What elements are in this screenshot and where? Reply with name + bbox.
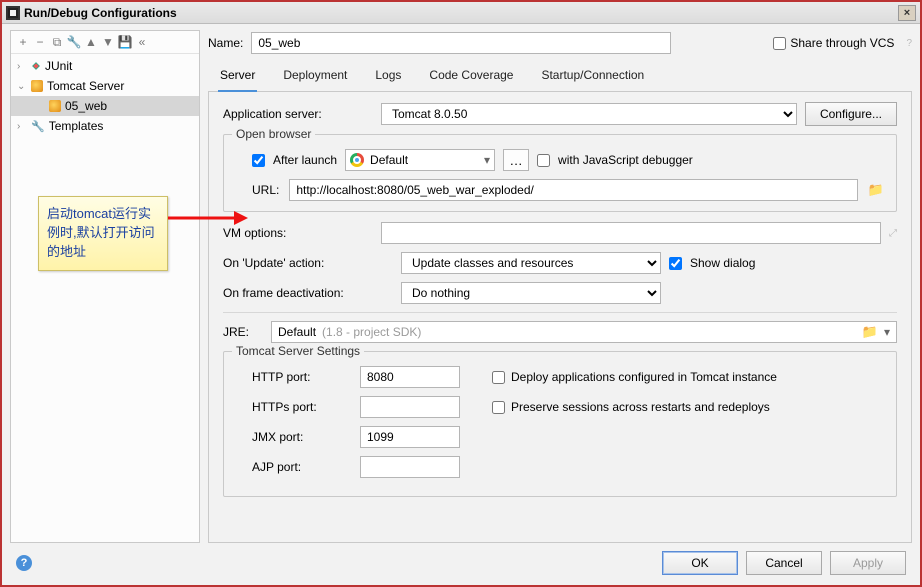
show-dialog-label: Show dialog [690, 256, 755, 270]
js-debugger-checkbox[interactable] [537, 154, 550, 167]
url-input[interactable] [289, 179, 857, 201]
tree-item-05-web[interactable]: 05_web [11, 96, 199, 116]
annotation-note: 启动tomcat运行实例时,默认打开访问的地址 [38, 196, 168, 271]
close-button[interactable]: × [898, 5, 916, 21]
window-title: Run/Debug Configurations [24, 6, 177, 20]
app-server-label: Application server: [223, 107, 373, 121]
https-port-input[interactable] [360, 396, 460, 418]
tree-item-tomcat-server[interactable]: ⌄ Tomcat Server [11, 76, 199, 96]
open-browser-fieldset: Open browser After launch Default ▾ … [223, 134, 897, 212]
chevron-down-icon: ⌄ [17, 81, 27, 92]
config-editor: Name: Share through VCS ? Server Deploym… [208, 30, 912, 543]
help-icon[interactable]: ? [906, 38, 912, 49]
remove-config-icon[interactable]: − [33, 35, 47, 49]
dialog-window: Run/Debug Configurations × + − ⧉ 🔧 ▲ ▼ 💾… [0, 0, 922, 587]
add-config-icon[interactable]: + [16, 35, 30, 49]
tomcat-settings-fieldset: Tomcat Server Settings HTTP port: Deploy… [223, 351, 897, 497]
tab-logs[interactable]: Logs [373, 62, 403, 91]
browser-select[interactable]: Default ▾ [345, 149, 495, 171]
ajp-port-label: AJP port: [252, 460, 352, 474]
ajp-port-input[interactable] [360, 456, 460, 478]
collapse-icon[interactable]: « [135, 35, 149, 49]
system-icon [6, 6, 20, 20]
ok-button[interactable]: OK [662, 551, 738, 575]
tree-label: Templates [49, 119, 104, 133]
js-debugger-label: with JavaScript debugger [558, 153, 693, 167]
folder-icon[interactable]: 📁 [868, 182, 884, 198]
server-panel: Application server: Tomcat 8.0.50 Config… [208, 92, 912, 543]
wrench-icon[interactable]: 🔧 [67, 35, 81, 49]
share-vcs-label: Share through VCS [790, 36, 894, 50]
tree-item-junit[interactable]: › JUnit [11, 56, 199, 76]
move-up-icon[interactable]: ▲ [84, 35, 98, 49]
expand-icon[interactable]: ⤢ [889, 228, 897, 239]
tomcat-settings-legend: Tomcat Server Settings [232, 344, 364, 358]
dialog-footer: ? OK Cancel Apply [10, 543, 912, 579]
name-label: Name: [208, 36, 243, 50]
move-down-icon[interactable]: ▼ [101, 35, 115, 49]
config-tree-panel: + − ⧉ 🔧 ▲ ▼ 💾 « › JUnit [10, 30, 200, 543]
chevron-right-icon: › [17, 121, 27, 132]
deploy-configured-checkbox[interactable] [492, 371, 505, 384]
https-port-label: HTTPs port: [252, 400, 352, 414]
jmx-port-input[interactable] [360, 426, 460, 448]
jre-label: JRE: [223, 325, 263, 339]
on-frame-label: On frame deactivation: [223, 286, 393, 300]
chrome-icon [350, 153, 364, 167]
on-frame-select[interactable]: Do nothing [401, 282, 661, 304]
chevron-right-icon: › [17, 61, 27, 72]
tree-label: JUnit [45, 59, 72, 73]
http-port-label: HTTP port: [252, 370, 352, 384]
tree-item-templates[interactable]: › 🔧 Templates [11, 116, 199, 136]
copy-config-icon[interactable]: ⧉ [50, 35, 64, 49]
tab-code-coverage[interactable]: Code Coverage [427, 62, 515, 91]
on-update-label: On 'Update' action: [223, 256, 393, 270]
tree-label: Tomcat Server [47, 79, 124, 93]
cancel-button[interactable]: Cancel [746, 551, 822, 575]
show-dialog-checkbox[interactable] [669, 257, 682, 270]
configure-button[interactable]: Configure... [805, 102, 897, 126]
url-label: URL: [252, 183, 279, 197]
junit-icon [31, 61, 41, 71]
deploy-configured-label: Deploy applications configured in Tomcat… [511, 370, 777, 384]
tree-label: 05_web [65, 99, 107, 113]
separator [223, 312, 897, 313]
vm-options-label: VM options: [223, 226, 373, 240]
tab-server[interactable]: Server [218, 62, 257, 92]
after-launch-checkbox[interactable] [252, 154, 265, 167]
open-browser-legend: Open browser [232, 127, 315, 141]
jre-value: Default [278, 325, 316, 339]
save-icon[interactable]: 💾 [118, 35, 132, 49]
after-launch-label: After launch [273, 153, 337, 167]
browser-value: Default [370, 153, 408, 167]
http-port-input[interactable] [360, 366, 460, 388]
preserve-sessions-label: Preserve sessions across restarts and re… [511, 400, 770, 414]
name-input[interactable] [251, 32, 671, 54]
jre-hint: (1.8 - project SDK) [322, 325, 421, 339]
titlebar: Run/Debug Configurations × [2, 2, 920, 24]
on-update-select[interactable]: Update classes and resources [401, 252, 661, 274]
tab-startup-connection[interactable]: Startup/Connection [539, 62, 646, 91]
annotation-arrow-icon [168, 208, 248, 228]
jre-select[interactable]: Default (1.8 - project SDK) 📁 ▾ [271, 321, 897, 343]
tomcat-icon [49, 100, 61, 112]
app-server-select[interactable]: Tomcat 8.0.50 [381, 103, 797, 125]
config-tree: › JUnit ⌄ Tomcat Server 05_web [11, 54, 199, 138]
browser-more-button[interactable]: … [503, 149, 529, 171]
jmx-port-label: JMX port: [252, 430, 352, 444]
tab-deployment[interactable]: Deployment [281, 62, 349, 91]
folder-icon[interactable]: 📁 [862, 324, 878, 340]
tabs: Server Deployment Logs Code Coverage Sta… [208, 62, 912, 92]
help-button[interactable]: ? [16, 555, 32, 571]
apply-button[interactable]: Apply [830, 551, 906, 575]
vm-options-input[interactable] [381, 222, 881, 244]
tomcat-icon [31, 80, 43, 92]
templates-icon: 🔧 [31, 120, 45, 133]
share-vcs-checkbox[interactable] [773, 37, 786, 50]
tree-toolbar: + − ⧉ 🔧 ▲ ▼ 💾 « [11, 31, 199, 54]
preserve-sessions-checkbox[interactable] [492, 401, 505, 414]
